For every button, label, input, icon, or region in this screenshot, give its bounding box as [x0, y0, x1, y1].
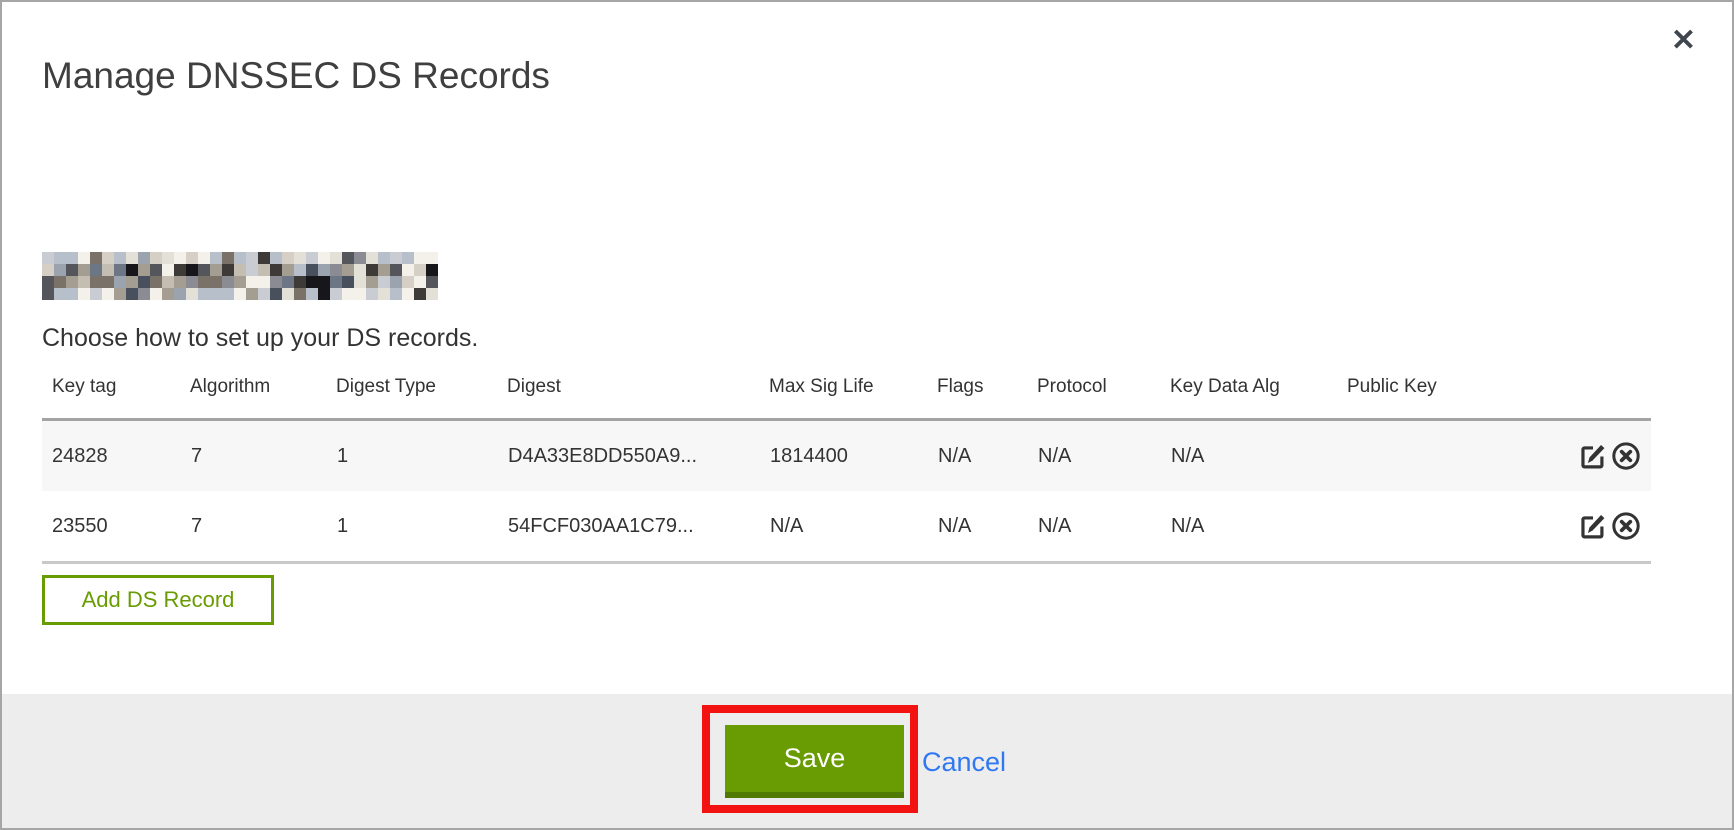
cell-flags: N/A	[937, 491, 1037, 563]
table-row: 23550 7 1 54FCF030AA1C79... N/A N/A N/A …	[42, 491, 1651, 563]
col-header-actions	[1507, 366, 1651, 420]
cell-algorithm: 7	[190, 491, 336, 563]
ds-records-table: Key tag Algorithm Digest Type Digest Max…	[42, 366, 1651, 564]
cell-protocol: N/A	[1037, 491, 1170, 563]
delete-icon[interactable]	[1611, 511, 1641, 541]
table-header-row: Key tag Algorithm Digest Type Digest Max…	[42, 366, 1651, 420]
cell-digest: 54FCF030AA1C79...	[507, 491, 769, 563]
edit-icon[interactable]	[1578, 511, 1608, 541]
col-header-public-key: Public Key	[1347, 366, 1507, 420]
cell-digest: D4A33E8DD550A9...	[507, 420, 769, 492]
dialog-title: Manage DNSSEC DS Records	[42, 55, 550, 97]
table-row: 24828 7 1 D4A33E8DD550A9... 1814400 N/A …	[42, 420, 1651, 492]
cell-max-sig-life: N/A	[769, 491, 937, 563]
cell-digest-type: 1	[336, 491, 507, 563]
cancel-link[interactable]: Cancel	[922, 747, 1006, 778]
col-header-key-tag: Key tag	[42, 366, 190, 420]
dialog-subtitle: Choose how to set up your DS records.	[42, 324, 478, 353]
cell-public-key	[1347, 491, 1507, 563]
col-header-max-sig-life: Max Sig Life	[769, 366, 937, 420]
cell-flags: N/A	[937, 420, 1037, 492]
close-icon[interactable]: ✕	[1669, 24, 1698, 58]
cell-digest-type: 1	[336, 420, 507, 492]
row-actions	[1507, 491, 1651, 563]
manage-dnssec-dialog: Manage DNSSEC DS Records ✕ Choose how to…	[0, 0, 1734, 830]
col-header-digest: Digest	[507, 366, 769, 420]
col-header-algorithm: Algorithm	[190, 366, 336, 420]
save-button[interactable]: Save	[725, 725, 904, 798]
col-header-digest-type: Digest Type	[336, 366, 507, 420]
row-actions	[1507, 420, 1651, 492]
add-ds-record-button[interactable]: Add DS Record	[42, 575, 274, 625]
col-header-protocol: Protocol	[1037, 366, 1170, 420]
col-header-flags: Flags	[937, 366, 1037, 420]
cell-public-key	[1347, 420, 1507, 492]
cell-max-sig-life: 1814400	[769, 420, 937, 492]
cell-protocol: N/A	[1037, 420, 1170, 492]
cell-key-tag: 24828	[42, 420, 190, 492]
delete-icon[interactable]	[1611, 441, 1641, 471]
cell-algorithm: 7	[190, 420, 336, 492]
redacted-domain-name	[42, 252, 438, 300]
cell-key-data-alg: N/A	[1170, 491, 1347, 563]
edit-icon[interactable]	[1578, 441, 1608, 471]
cell-key-tag: 23550	[42, 491, 190, 563]
col-header-key-data-alg: Key Data Alg	[1170, 366, 1347, 420]
cell-key-data-alg: N/A	[1170, 420, 1347, 492]
